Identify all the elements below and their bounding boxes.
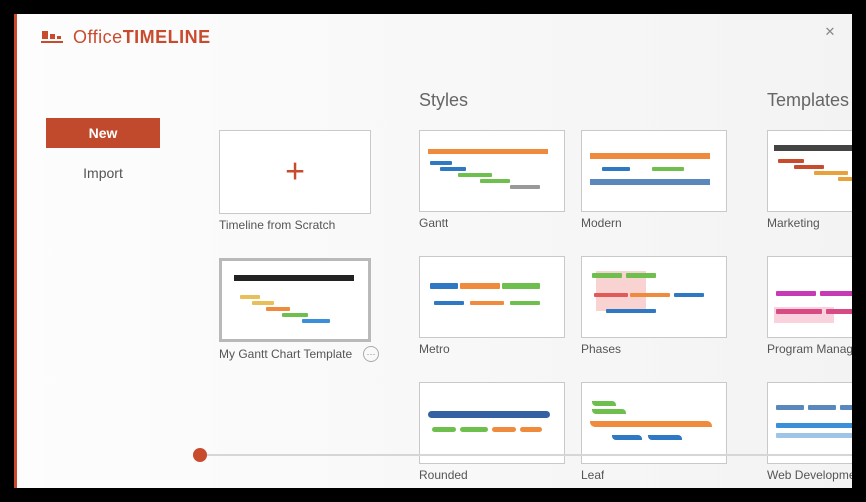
tile-marketing[interactable]: Marketing <box>767 130 852 230</box>
thumb-leaf <box>581 382 727 464</box>
caption-leaf: Leaf <box>581 468 604 482</box>
thumb-scratch: + <box>219 130 371 214</box>
thumb-marketing <box>767 130 852 212</box>
col-heading-templates: Templates <box>767 90 852 120</box>
close-button[interactable]: ✕ <box>818 20 842 44</box>
caption-my-gantt: My Gantt Chart Template <box>219 347 352 361</box>
caption-metro: Metro <box>419 342 450 356</box>
tile-rounded[interactable]: Rounded <box>419 382 565 482</box>
more-button-my-gantt[interactable]: ⋯ <box>363 346 379 362</box>
caption-phases: Phases <box>581 342 621 356</box>
thumb-modern <box>581 130 727 212</box>
nav-import[interactable]: Import <box>46 158 160 188</box>
tile-program[interactable]: Program Management <box>767 256 852 356</box>
templates-column: Templates Marketing <box>767 90 852 482</box>
local-templates-column: + Timeline from Scratch <box>219 90 379 482</box>
col-heading-blank <box>219 90 379 120</box>
caption-marketing: Marketing <box>767 216 820 230</box>
thumb-my-gantt <box>219 258 371 342</box>
col-heading-styles: Styles <box>419 90 727 120</box>
sidebar: New Import <box>17 60 189 488</box>
content-area: New Import + Timeline from Scratch <box>17 60 852 488</box>
horizontal-scroll-thumb[interactable] <box>193 448 207 462</box>
titlebar: OfficeTIMELINE ✕ <box>17 14 852 60</box>
plus-icon: + <box>285 153 305 192</box>
tile-webdev[interactable]: Web Development Plan <box>767 382 852 482</box>
thumb-metro <box>419 256 565 338</box>
tile-my-gantt[interactable]: My Gantt Chart Template ⋯ <box>219 258 379 362</box>
tile-phases[interactable]: Phases <box>581 256 727 356</box>
caption-modern: Modern <box>581 216 622 230</box>
close-icon: ✕ <box>825 24 836 40</box>
thumb-webdev <box>767 382 852 464</box>
caption-program: Program Management <box>767 342 852 356</box>
thumb-rounded <box>419 382 565 464</box>
caption-gantt: Gantt <box>419 216 448 230</box>
horizontal-scroll-track[interactable] <box>193 454 852 456</box>
brand-text: OfficeTIMELINE <box>73 27 211 48</box>
template-picker-window: OfficeTIMELINE ✕ New Import + <box>14 14 852 488</box>
tile-gantt[interactable]: Gantt <box>419 130 565 230</box>
caption-rounded: Rounded <box>419 468 468 482</box>
nav-new[interactable]: New <box>46 118 160 148</box>
thumb-program <box>767 256 852 338</box>
main-panel: + Timeline from Scratch <box>189 60 852 488</box>
thumb-gantt <box>419 130 565 212</box>
app-logo-icon <box>41 28 63 46</box>
tile-timeline-from-scratch[interactable]: + Timeline from Scratch <box>219 130 379 232</box>
caption-scratch: Timeline from Scratch <box>219 218 335 232</box>
tile-leaf[interactable]: Leaf <box>581 382 727 482</box>
styles-column: Styles Gantt <box>419 90 727 482</box>
thumb-phases <box>581 256 727 338</box>
tile-metro[interactable]: Metro <box>419 256 565 356</box>
brand: OfficeTIMELINE <box>41 27 211 48</box>
caption-webdev: Web Development Plan <box>767 468 852 482</box>
tile-modern[interactable]: Modern <box>581 130 727 230</box>
